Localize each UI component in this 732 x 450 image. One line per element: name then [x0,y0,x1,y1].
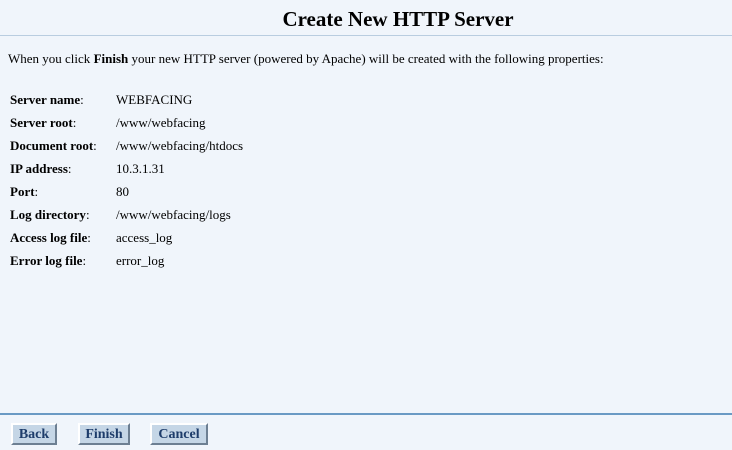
page-title: Create New HTTP Server [0,6,732,32]
property-value: /www/webfacing/logs [116,207,231,222]
title-divider [0,35,732,36]
footer-divider [0,413,732,415]
cancel-button[interactable]: Cancel [150,423,208,445]
page-title-text: Create New HTTP Server [282,7,514,31]
property-label: Log directory: [10,207,90,222]
property-value: access_log [116,230,173,245]
back-button[interactable]: Back [11,423,57,445]
property-label: IP address: [10,161,72,176]
intro-text: When you click Finish your new HTTP serv… [8,51,604,67]
intro-after: your new HTTP server (powered by Apache)… [128,51,604,66]
property-value: WEBFACING [116,92,193,107]
property-label: Error log file: [10,253,87,268]
property-value: 10.3.1.31 [116,161,165,176]
property-label: Server root: [10,115,77,130]
property-label: Port: [10,184,39,199]
intro-bold-finish: Finish [93,51,129,66]
property-value: /www/webfacing/htdocs [116,138,244,153]
property-value: 80 [116,184,129,199]
wizard-page: Create New HTTP Server When you click Fi… [0,0,732,450]
property-label: Access log file: [10,230,91,245]
finish-button[interactable]: Finish [78,423,130,445]
property-value: /www/webfacing [116,115,206,130]
property-value: error_log [116,253,165,268]
property-label: Server name: [10,92,84,107]
property-label: Document root: [10,138,97,153]
intro-before: When you click [8,51,94,66]
